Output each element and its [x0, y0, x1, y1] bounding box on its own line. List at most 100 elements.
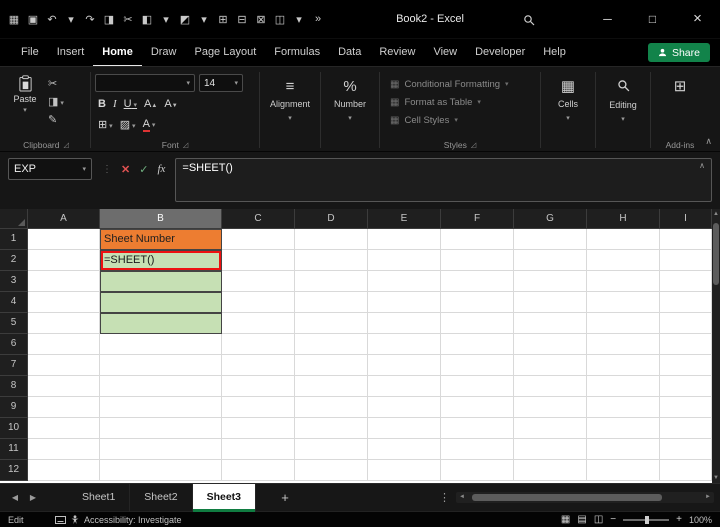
cell-H7[interactable]	[587, 355, 660, 376]
collapse-formula-bar-icon[interactable]: ∧	[699, 161, 705, 170]
cell-D12[interactable]	[295, 460, 368, 481]
cell-C1[interactable]	[222, 229, 295, 250]
cell-E3[interactable]	[368, 271, 441, 292]
cell-B5[interactable]	[100, 313, 222, 334]
normal-view-button[interactable]: ▦	[561, 514, 570, 525]
cell-G11[interactable]	[514, 439, 587, 460]
scroll-right-icon[interactable]: ►	[702, 492, 714, 503]
cell-C8[interactable]	[222, 376, 295, 397]
cell-C3[interactable]	[222, 271, 295, 292]
row-header-12[interactable]: 12	[0, 460, 28, 481]
cell-G9[interactable]	[514, 397, 587, 418]
cell-H9[interactable]	[587, 397, 660, 418]
cell-C10[interactable]	[222, 418, 295, 439]
cut-icon[interactable]: ✂	[122, 13, 134, 26]
cell-D1[interactable]	[295, 229, 368, 250]
page-break-preview-button[interactable]: ◫	[594, 514, 603, 525]
row-header-5[interactable]: 5	[0, 313, 28, 334]
row-header-2[interactable]: 2	[0, 250, 28, 271]
cell-B3[interactable]	[100, 271, 222, 292]
cell-E8[interactable]	[368, 376, 441, 397]
borders-button[interactable]: ⊞ ▾	[98, 118, 113, 131]
cell-D5[interactable]	[295, 313, 368, 334]
insert-function-button[interactable]: fx	[157, 163, 165, 175]
horizontal-scrollbar-thumb[interactable]	[472, 494, 662, 501]
cell-D3[interactable]	[295, 271, 368, 292]
page-layout-view-button[interactable]: ▤	[577, 514, 586, 525]
cell-B8[interactable]	[100, 376, 222, 397]
share-button[interactable]: Share	[647, 43, 710, 62]
minimize-button[interactable]: ─	[585, 0, 630, 38]
cell-I2[interactable]	[660, 250, 712, 271]
vertical-scrollbar[interactable]: ▲ ▼	[712, 209, 720, 483]
alignment-group-button[interactable]: ≡ Alignment ▾	[264, 71, 316, 151]
italic-button[interactable]: I	[113, 98, 117, 110]
column-header-I[interactable]: I	[660, 209, 712, 229]
undo-icon[interactable]: ↶	[46, 13, 58, 26]
column-header-A[interactable]: A	[28, 209, 100, 229]
cell-F10[interactable]	[441, 418, 514, 439]
cell-A10[interactable]	[28, 418, 100, 439]
cell-A2[interactable]	[28, 250, 100, 271]
cell-C11[interactable]	[222, 439, 295, 460]
cell-B12[interactable]	[100, 460, 222, 481]
cell-F6[interactable]	[441, 334, 514, 355]
cell-G4[interactable]	[514, 292, 587, 313]
row-header-7[interactable]: 7	[0, 355, 28, 376]
cell-I4[interactable]	[660, 292, 712, 313]
cell-F5[interactable]	[441, 313, 514, 334]
select-all-button[interactable]	[0, 209, 28, 229]
menu-tab-help[interactable]: Help	[534, 39, 575, 67]
cell-A8[interactable]	[28, 376, 100, 397]
cell-A1[interactable]	[28, 229, 100, 250]
menu-tab-page-layout[interactable]: Page Layout	[185, 39, 265, 67]
row-header-10[interactable]: 10	[0, 418, 28, 439]
cell-G8[interactable]	[514, 376, 587, 397]
vertical-scrollbar-thumb[interactable]	[713, 223, 719, 285]
cell-A3[interactable]	[28, 271, 100, 292]
cell-F8[interactable]	[441, 376, 514, 397]
cancel-button[interactable]: ✕	[121, 163, 130, 176]
cell-E1[interactable]	[368, 229, 441, 250]
cell-I7[interactable]	[660, 355, 712, 376]
cell-B7[interactable]	[100, 355, 222, 376]
cell-A4[interactable]	[28, 292, 100, 313]
column-header-H[interactable]: H	[587, 209, 660, 229]
cell-D6[interactable]	[295, 334, 368, 355]
cell-A6[interactable]	[28, 334, 100, 355]
cells-group-button[interactable]: ▦ Cells ▾	[545, 71, 591, 151]
cell-G3[interactable]	[514, 271, 587, 292]
collapse-ribbon-icon[interactable]: ∧	[705, 136, 712, 147]
copy-button[interactable]: ◨ ▾	[48, 95, 64, 108]
column-header-E[interactable]: E	[368, 209, 441, 229]
horizontal-scrollbar[interactable]: ◄ ►	[456, 492, 714, 503]
cell-D4[interactable]	[295, 292, 368, 313]
cell-I5[interactable]	[660, 313, 712, 334]
column-header-G[interactable]: G	[514, 209, 587, 229]
menu-tab-data[interactable]: Data	[329, 39, 370, 67]
cell-F3[interactable]	[441, 271, 514, 292]
copy-icon[interactable]: ◨	[103, 13, 115, 26]
styles-item-conditional-formatting[interactable]: ▦ Conditional Formatting ▾	[384, 75, 536, 93]
font-name-combobox[interactable]: ▾	[95, 74, 195, 92]
cell-G6[interactable]	[514, 334, 587, 355]
font-dialog-launcher-icon[interactable]: ◿	[183, 141, 188, 149]
font-color-button[interactable]: A ▾	[142, 118, 155, 132]
cut-button[interactable]: ✂	[48, 77, 64, 90]
redo-icon[interactable]: ↷	[84, 13, 96, 26]
cell-I8[interactable]	[660, 376, 712, 397]
scroll-down-icon[interactable]: ▼	[712, 475, 720, 481]
close-button[interactable]: ×	[675, 0, 720, 38]
cell-D9[interactable]	[295, 397, 368, 418]
formula-input[interactable]: =SHEET() ∧	[175, 158, 712, 202]
zoom-slider[interactable]	[623, 515, 670, 524]
merge-cells-icon[interactable]: ⊟	[236, 13, 248, 26]
row-header-3[interactable]: 3	[0, 271, 28, 292]
cell-B11[interactable]	[100, 439, 222, 460]
cell-F11[interactable]	[441, 439, 514, 460]
name-box[interactable]: EXP ▾	[8, 158, 92, 180]
cell-C6[interactable]	[222, 334, 295, 355]
cell-E6[interactable]	[368, 334, 441, 355]
row-header-11[interactable]: 11	[0, 439, 28, 460]
column-header-D[interactable]: D	[295, 209, 368, 229]
